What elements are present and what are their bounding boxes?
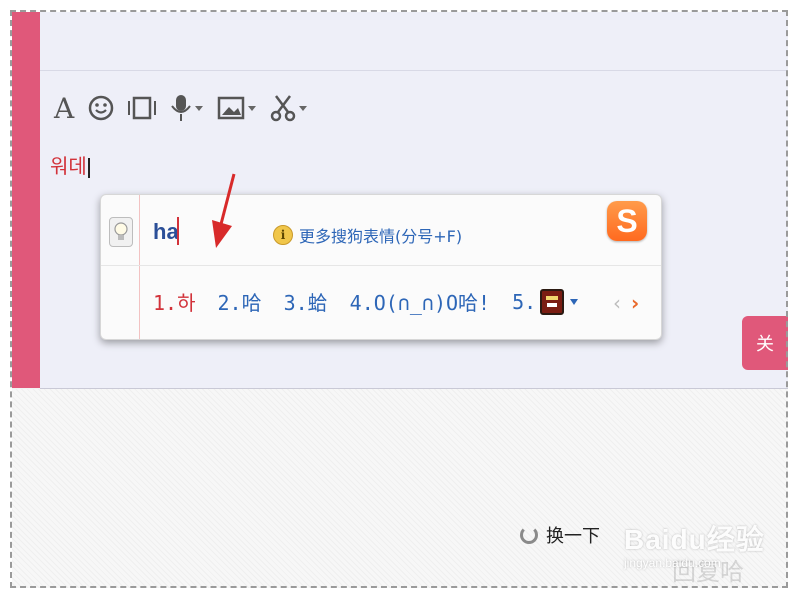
sogou-logo-icon[interactable]: S	[607, 201, 647, 241]
info-icon: i	[273, 225, 293, 245]
screenshot-icon	[128, 96, 157, 120]
watermark-title: Baidu经验	[624, 524, 765, 555]
stamp-edge-bottom	[0, 584, 800, 600]
stamp-edge-right	[784, 0, 800, 600]
pinyin-cursor	[177, 217, 179, 245]
candidate-5[interactable]: 5.	[512, 288, 579, 315]
emoji-icon	[88, 95, 114, 121]
scissors-icon	[270, 95, 296, 122]
sidebar-accent-bar	[12, 12, 40, 388]
next-page-button[interactable]: ›	[631, 291, 639, 315]
candidate-list: 1.하 2.哈 3.蛤 4.O(∩_∩)O哈! 5.	[153, 287, 579, 316]
lightbulb-icon	[114, 222, 128, 240]
typed-message-text: 워데	[50, 154, 87, 178]
previous-page-button[interactable]: ‹	[613, 291, 621, 315]
candidate-pager: ‹ ›	[613, 291, 639, 315]
candidate-2[interactable]: 2.哈	[217, 287, 261, 316]
emoji-button[interactable]	[88, 95, 114, 121]
chevron-down-icon[interactable]	[195, 105, 204, 111]
typed-message[interactable]: 워데	[50, 150, 90, 179]
baidu-watermark: Baidu经验 jingyan.baidu.com	[624, 518, 765, 570]
font-icon: A	[54, 91, 75, 125]
image-button[interactable]	[217, 96, 257, 120]
watermark-url: jingyan.baidu.com	[624, 556, 721, 570]
chevron-down-icon[interactable]	[570, 298, 579, 305]
ime-divider	[101, 265, 661, 266]
candidate-5-number: 5.	[512, 289, 537, 314]
text-cursor	[87, 157, 90, 178]
close-button[interactable]: 关	[742, 316, 788, 370]
stamp-edge-left	[0, 0, 16, 600]
chevron-down-icon[interactable]	[299, 105, 308, 111]
editor-divider	[40, 70, 788, 71]
refresh-label: 换一下	[546, 526, 600, 547]
candidate-3[interactable]: 3.蛤	[284, 287, 328, 316]
emoji-face-icon	[540, 288, 565, 315]
annotation-arrow-icon	[212, 173, 236, 248]
more-emoticons-label: 更多搜狗表情(分号+F)	[299, 227, 463, 246]
lightbulb-button[interactable]	[109, 217, 133, 247]
more-emoticons-link[interactable]: i 更多搜狗表情(分号+F)	[273, 223, 462, 247]
screenshot-canvas: A 워데 ha i 更多搜狗表情(分号+F) S 1.하 2.哈 3.蛤 4.O…	[12, 12, 788, 588]
screenshot-button[interactable]	[128, 95, 157, 121]
ime-candidate-window: ha i 更多搜狗表情(分号+F) S 1.하 2.哈 3.蛤 4.O(∩_∩)…	[100, 194, 662, 340]
candidate-1[interactable]: 1.하	[153, 287, 195, 316]
ime-guide-line	[139, 195, 140, 339]
font-button[interactable]: A	[54, 92, 74, 125]
voice-button[interactable]	[170, 94, 204, 122]
refresh-button[interactable]: 换一下	[520, 522, 600, 548]
refresh-icon	[520, 526, 538, 544]
image-icon	[217, 96, 245, 120]
candidate-4[interactable]: 4.O(∩_∩)O哈!	[350, 287, 490, 316]
editor-toolbar: A	[54, 90, 308, 126]
stamp-edge-top	[0, 0, 800, 16]
pinyin-input[interactable]: ha	[153, 219, 179, 245]
scissors-button[interactable]	[270, 94, 308, 122]
chevron-down-icon[interactable]	[248, 105, 257, 111]
microphone-icon	[171, 95, 192, 121]
